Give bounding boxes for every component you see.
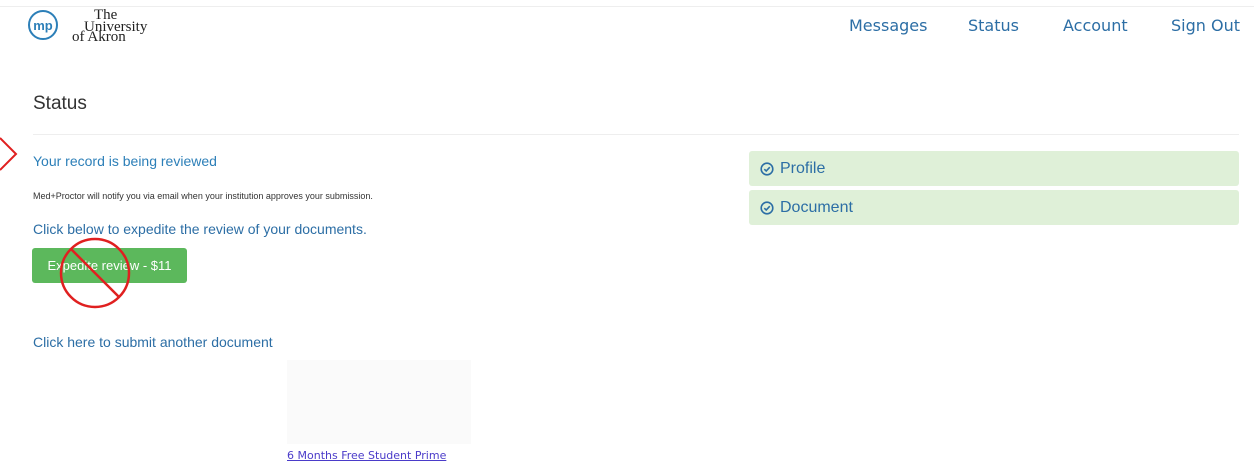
check-circle-icon: [760, 200, 774, 215]
title-divider: [33, 134, 1239, 135]
record-status: Your record is being reviewed: [33, 153, 217, 169]
checklist-label-document: Document: [780, 198, 853, 216]
promo-image[interactable]: [287, 360, 471, 444]
nav-messages[interactable]: Messages: [849, 16, 927, 35]
checklist-label-profile: Profile: [780, 159, 826, 177]
no-sign-icon: [59, 237, 131, 309]
nav-status[interactable]: Status: [968, 16, 1019, 35]
promo-link[interactable]: 6 Months Free Student Prime: [287, 449, 446, 462]
submit-another-document-link[interactable]: Click here to submit another document: [33, 334, 273, 350]
logo-line-of-akron: of Akron: [72, 29, 126, 45]
top-divider: [0, 6, 1254, 7]
logo-text: mp: [33, 17, 53, 33]
page-title: Status: [33, 93, 87, 114]
checklist-item-document: Document: [749, 190, 1239, 225]
notify-text: Med+Proctor will notify you via email wh…: [33, 191, 373, 201]
university-logo: The University of Akron: [72, 8, 172, 46]
nav-sign-out[interactable]: Sign Out: [1171, 16, 1240, 35]
check-circle-icon: [760, 161, 774, 176]
checklist-item-profile: Profile: [749, 151, 1239, 186]
arrow-pointer-icon: [0, 137, 18, 171]
medproctor-logo[interactable]: mp: [28, 10, 58, 40]
nav-account[interactable]: Account: [1063, 16, 1128, 35]
